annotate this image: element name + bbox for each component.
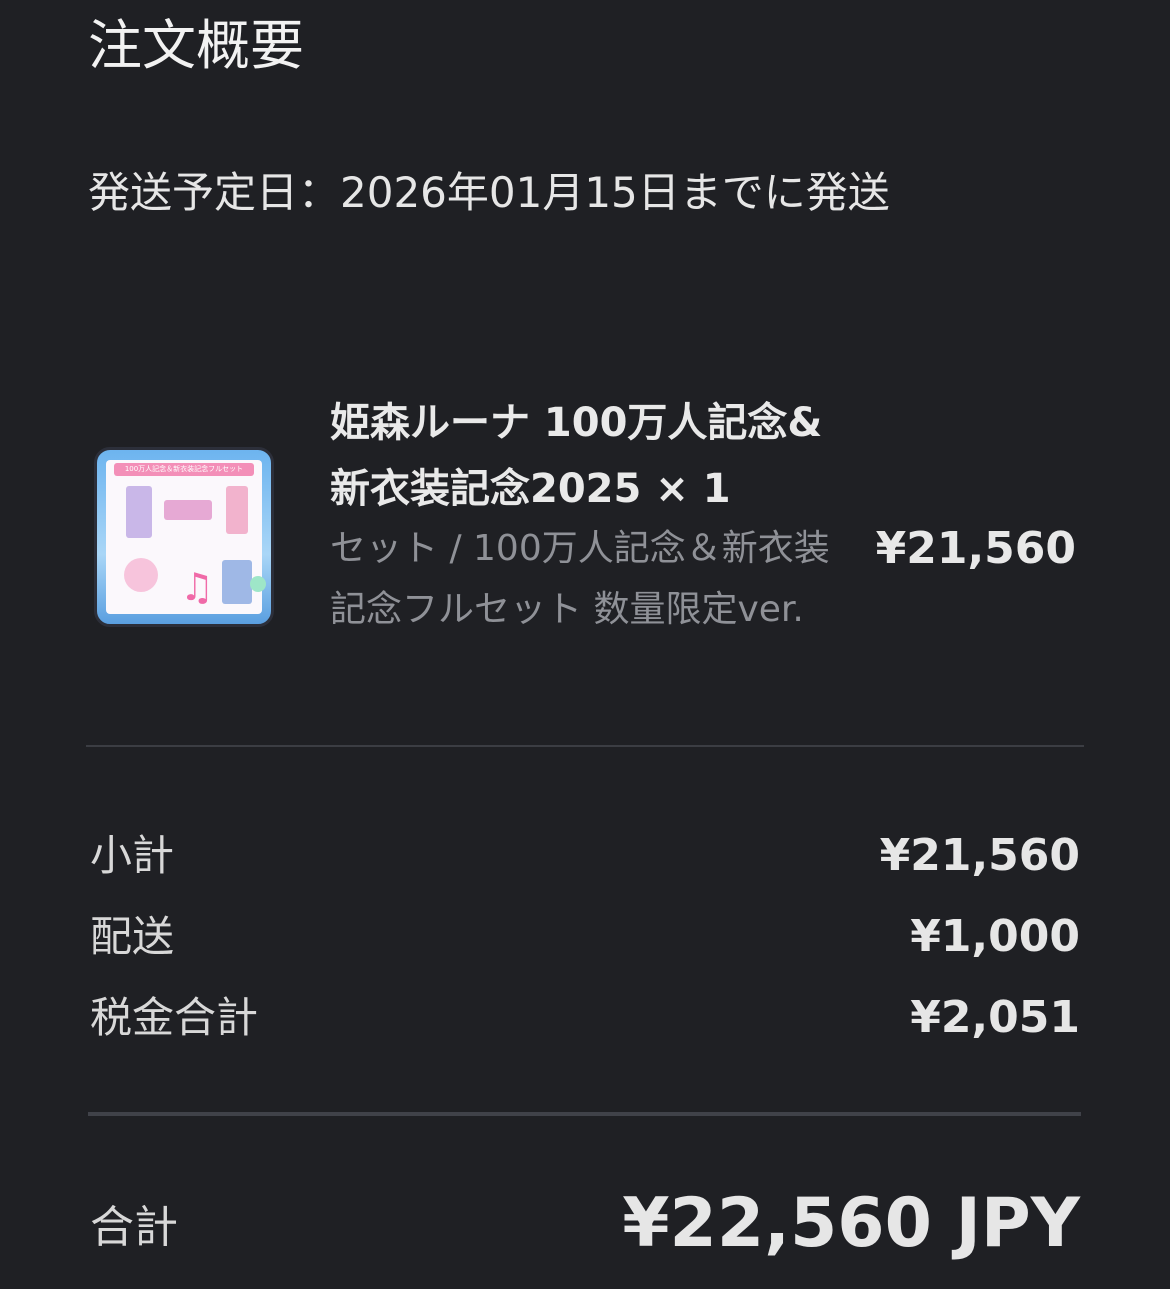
music-note-icon: ♫ [180, 565, 215, 609]
product-row: 100万人記念＆新衣装記念フルセット ♫ 姫森ルーナ 100万人記念&新衣装記念… [88, 390, 1082, 700]
thumbnail-item [222, 560, 252, 604]
page-title: 注文概要 [88, 14, 304, 77]
subtotal-label: 小計 [90, 831, 175, 880]
thumbnail-item [164, 500, 212, 520]
product-price: ¥21,560 [875, 523, 1076, 574]
thumbnail-item [126, 486, 152, 538]
thumbnail-item [124, 558, 158, 592]
divider [88, 1112, 1081, 1116]
shipping-value: ¥1,000 [910, 911, 1080, 962]
product-name: 姫森ルーナ 100万人記念&新衣装記念2025 × 1 [330, 400, 823, 512]
tax-value: ¥2,051 [910, 992, 1080, 1043]
thumbnail-card: 100万人記念＆新衣装記念フルセット ♫ [106, 460, 266, 614]
thumbnail-item [250, 576, 266, 592]
shipping-row: 配送 ¥1,000 [90, 907, 1080, 967]
tax-row: 税金合計 ¥2,051 [90, 988, 1080, 1048]
subtotal-row: 小計 ¥21,560 [90, 826, 1080, 886]
total-label: 合計 [90, 1202, 178, 1253]
thumbnail-item [226, 486, 248, 534]
shipping-date: 発送予定日：2026年01月15日までに発送 [88, 168, 890, 217]
tax-label: 税金合計 [90, 993, 259, 1042]
shipping-label: 配送 [90, 912, 175, 961]
product-variant: セット / 100万人記念＆新衣装記念フルセット 数量限定ver. [330, 528, 830, 630]
total-value: ¥22,560 JPY [622, 1184, 1080, 1263]
thumbnail-banner: 100万人記念＆新衣装記念フルセット [114, 463, 254, 476]
divider [86, 745, 1084, 747]
subtotal-value: ¥21,560 [879, 830, 1080, 881]
product-thumbnail: 100万人記念＆新衣装記念フルセット ♫ [94, 447, 274, 627]
